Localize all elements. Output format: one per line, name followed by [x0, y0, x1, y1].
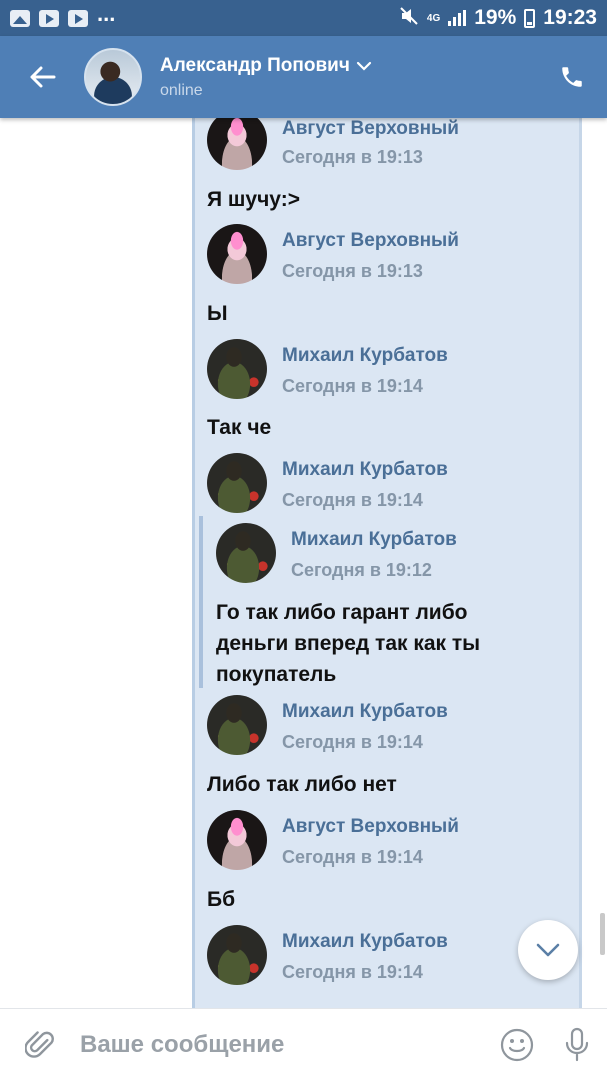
message-list[interactable]: Август Верховный Сегодня в 19:13 Я шучу:…	[0, 118, 607, 1008]
sender-name[interactable]: Август Верховный	[282, 230, 459, 252]
message-text-line: Го так либо гарант либо	[216, 601, 468, 624]
voice-message-button[interactable]	[547, 1027, 607, 1063]
contact-name-row[interactable]: Александр Попович	[160, 55, 372, 77]
message-text-line: покупатель	[216, 663, 337, 686]
contact-status: online	[160, 81, 203, 99]
sender-avatar[interactable]	[216, 523, 276, 583]
scrollbar[interactable]	[600, 913, 605, 955]
call-button[interactable]	[537, 36, 607, 118]
message-text-line: деньги вперед так как ты	[216, 632, 481, 655]
sender-name[interactable]: Михаил Курбатов	[282, 345, 448, 367]
sender-avatar[interactable]	[207, 339, 267, 399]
smiley-icon	[500, 1028, 534, 1061]
contact-avatar[interactable]	[84, 48, 142, 106]
sender-avatar[interactable]	[207, 224, 267, 284]
message-time: Сегодня в 19:13	[282, 147, 423, 167]
battery-percent: 19%	[474, 6, 517, 29]
sender-name[interactable]: Август Верховный	[282, 816, 459, 838]
message-input[interactable]	[80, 1030, 487, 1059]
message-composer	[0, 1008, 607, 1080]
message-text: Так че	[207, 416, 272, 439]
message-time: Сегодня в 19:14	[282, 962, 423, 982]
sender-avatar[interactable]	[207, 695, 267, 755]
arrow-left-icon	[30, 66, 56, 88]
sender-name[interactable]: Михаил Курбатов	[282, 459, 448, 481]
emoji-button[interactable]	[487, 1028, 547, 1062]
sender-avatar[interactable]	[207, 810, 267, 870]
chat-header: Александр Попович online	[0, 36, 607, 118]
more-notifications-icon: ...	[97, 1, 116, 26]
battery-icon	[524, 8, 536, 28]
attach-button[interactable]	[0, 1028, 80, 1062]
sender-avatar[interactable]	[207, 925, 267, 985]
message-time: Сегодня в 19:14	[282, 732, 423, 752]
chevron-down-icon	[356, 61, 371, 71]
message-time: Сегодня в 19:12	[291, 560, 432, 580]
microphone-icon	[565, 1027, 589, 1061]
sender-name[interactable]: Август Верховный	[282, 118, 459, 140]
status-bar: ... 4G 19% 19:23	[0, 0, 607, 36]
contact-name: Александр Попович	[160, 54, 350, 76]
phone-icon	[562, 67, 582, 87]
youtube-notification-icon	[39, 9, 59, 27]
message-time: Сегодня в 19:14	[282, 376, 423, 396]
chevron-down-icon	[536, 943, 560, 957]
message-text: Я шучу:>	[207, 188, 300, 211]
paperclip-icon	[25, 1030, 54, 1058]
message-time: Сегодня в 19:14	[282, 490, 423, 510]
youtube-notification-icon	[68, 9, 88, 27]
signal-icon	[448, 10, 467, 26]
message-time: Сегодня в 19:14	[282, 847, 423, 867]
sender-name[interactable]: Михаил Курбатов	[282, 931, 448, 953]
quote-bar	[199, 516, 203, 688]
sender-name[interactable]: Михаил Курбатов	[291, 529, 457, 551]
mute-icon	[399, 6, 419, 31]
message-text: Бб	[207, 888, 236, 911]
message-text: Ы	[207, 302, 228, 325]
gallery-notification-icon	[10, 9, 30, 27]
contact-info[interactable]: Александр Попович online	[160, 55, 372, 100]
sender-name[interactable]: Михаил Курбатов	[282, 701, 448, 723]
scroll-to-bottom-button[interactable]	[518, 920, 578, 980]
message-time: Сегодня в 19:13	[282, 261, 423, 281]
back-button[interactable]	[0, 36, 84, 118]
message-text: Либо так либо нет	[207, 773, 397, 796]
sender-avatar[interactable]	[207, 453, 267, 513]
clock: 19:23	[543, 6, 597, 29]
network-type: 4G	[426, 12, 441, 24]
